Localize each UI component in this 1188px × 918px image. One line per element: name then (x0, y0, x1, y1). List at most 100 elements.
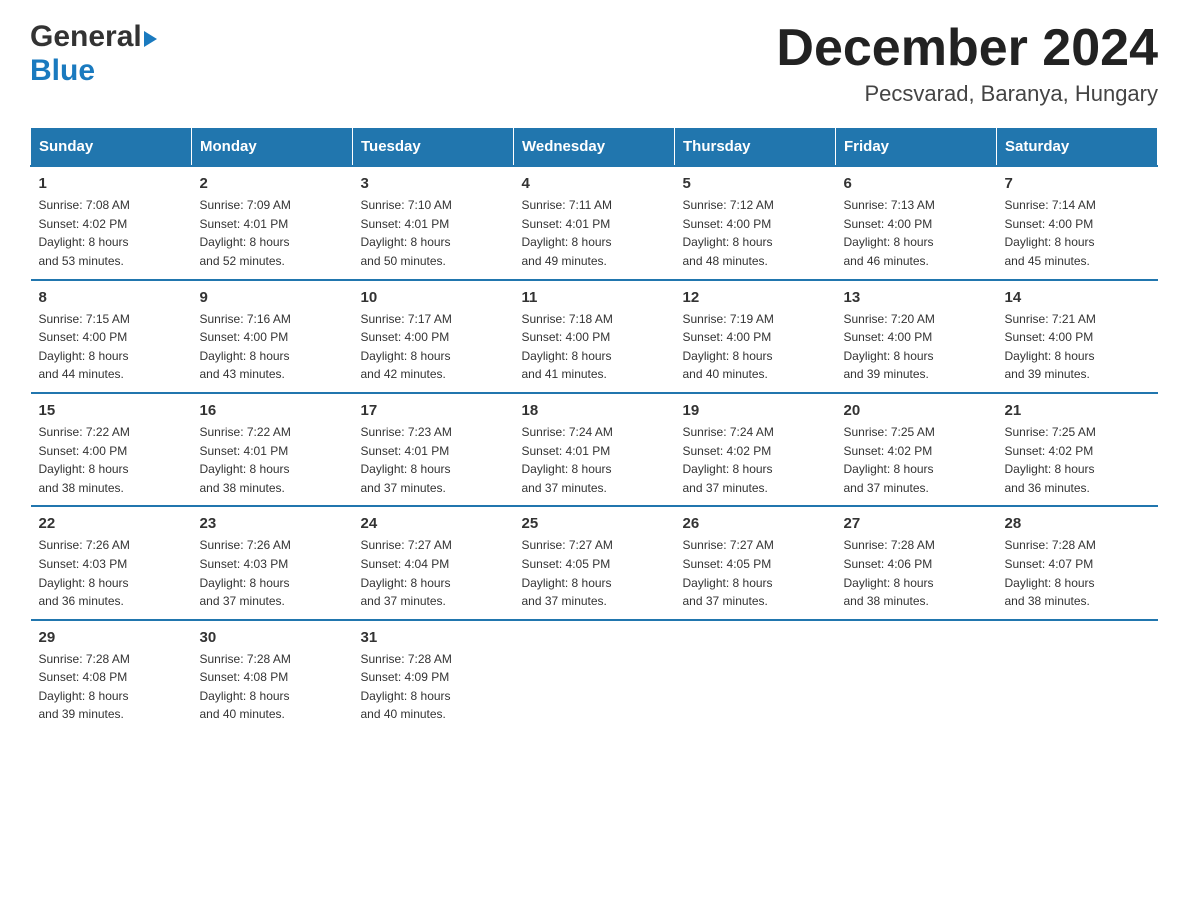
day-info: Sunrise: 7:26 AM Sunset: 4:03 PM Dayligh… (39, 536, 184, 610)
day-info: Sunrise: 7:27 AM Sunset: 4:04 PM Dayligh… (361, 536, 506, 610)
day-number: 18 (522, 402, 667, 419)
calendar-week-row: 15 Sunrise: 7:22 AM Sunset: 4:00 PM Dayl… (31, 393, 1158, 506)
calendar-week-row: 29 Sunrise: 7:28 AM Sunset: 4:08 PM Dayl… (31, 620, 1158, 732)
weekday-header-thursday: Thursday (675, 128, 836, 167)
weekday-header-friday: Friday (836, 128, 997, 167)
day-info: Sunrise: 7:20 AM Sunset: 4:00 PM Dayligh… (844, 310, 989, 384)
calendar-cell: 18 Sunrise: 7:24 AM Sunset: 4:01 PM Dayl… (514, 393, 675, 506)
calendar-week-row: 8 Sunrise: 7:15 AM Sunset: 4:00 PM Dayli… (31, 280, 1158, 393)
day-info: Sunrise: 7:19 AM Sunset: 4:00 PM Dayligh… (683, 310, 828, 384)
day-number: 3 (361, 175, 506, 192)
day-number: 12 (683, 289, 828, 306)
calendar-cell: 22 Sunrise: 7:26 AM Sunset: 4:03 PM Dayl… (31, 506, 192, 619)
day-info: Sunrise: 7:28 AM Sunset: 4:07 PM Dayligh… (1005, 536, 1150, 610)
calendar-cell: 17 Sunrise: 7:23 AM Sunset: 4:01 PM Dayl… (353, 393, 514, 506)
day-number: 22 (39, 515, 184, 532)
day-info: Sunrise: 7:28 AM Sunset: 4:09 PM Dayligh… (361, 650, 506, 724)
day-number: 7 (1005, 175, 1150, 192)
location-title: Pecsvarad, Baranya, Hungary (776, 81, 1158, 107)
day-number: 30 (200, 629, 345, 646)
calendar-cell: 6 Sunrise: 7:13 AM Sunset: 4:00 PM Dayli… (836, 166, 997, 279)
calendar-table: SundayMondayTuesdayWednesdayThursdayFrid… (30, 127, 1158, 732)
day-info: Sunrise: 7:15 AM Sunset: 4:00 PM Dayligh… (39, 310, 184, 384)
day-info: Sunrise: 7:09 AM Sunset: 4:01 PM Dayligh… (200, 196, 345, 270)
weekday-header-tuesday: Tuesday (353, 128, 514, 167)
calendar-cell: 12 Sunrise: 7:19 AM Sunset: 4:00 PM Dayl… (675, 280, 836, 393)
calendar-cell: 4 Sunrise: 7:11 AM Sunset: 4:01 PM Dayli… (514, 166, 675, 279)
day-info: Sunrise: 7:13 AM Sunset: 4:00 PM Dayligh… (844, 196, 989, 270)
day-info: Sunrise: 7:28 AM Sunset: 4:08 PM Dayligh… (200, 650, 345, 724)
calendar-cell: 21 Sunrise: 7:25 AM Sunset: 4:02 PM Dayl… (997, 393, 1158, 506)
day-info: Sunrise: 7:16 AM Sunset: 4:00 PM Dayligh… (200, 310, 345, 384)
calendar-cell: 13 Sunrise: 7:20 AM Sunset: 4:00 PM Dayl… (836, 280, 997, 393)
day-number: 4 (522, 175, 667, 192)
calendar-cell: 11 Sunrise: 7:18 AM Sunset: 4:00 PM Dayl… (514, 280, 675, 393)
calendar-cell: 30 Sunrise: 7:28 AM Sunset: 4:08 PM Dayl… (192, 620, 353, 732)
day-number: 25 (522, 515, 667, 532)
weekday-header-monday: Monday (192, 128, 353, 167)
logo: General Blue (30, 20, 157, 88)
day-number: 24 (361, 515, 506, 532)
calendar-cell (514, 620, 675, 732)
calendar-cell: 10 Sunrise: 7:17 AM Sunset: 4:00 PM Dayl… (353, 280, 514, 393)
day-info: Sunrise: 7:26 AM Sunset: 4:03 PM Dayligh… (200, 536, 345, 610)
day-number: 31 (361, 629, 506, 646)
calendar-cell: 3 Sunrise: 7:10 AM Sunset: 4:01 PM Dayli… (353, 166, 514, 279)
calendar-cell: 1 Sunrise: 7:08 AM Sunset: 4:02 PM Dayli… (31, 166, 192, 279)
weekday-header-sunday: Sunday (31, 128, 192, 167)
day-info: Sunrise: 7:27 AM Sunset: 4:05 PM Dayligh… (683, 536, 828, 610)
day-number: 26 (683, 515, 828, 532)
day-info: Sunrise: 7:24 AM Sunset: 4:02 PM Dayligh… (683, 423, 828, 497)
day-number: 13 (844, 289, 989, 306)
day-number: 28 (1005, 515, 1150, 532)
day-info: Sunrise: 7:24 AM Sunset: 4:01 PM Dayligh… (522, 423, 667, 497)
month-title: December 2024 (776, 20, 1158, 77)
calendar-cell (675, 620, 836, 732)
calendar-week-row: 22 Sunrise: 7:26 AM Sunset: 4:03 PM Dayl… (31, 506, 1158, 619)
day-info: Sunrise: 7:25 AM Sunset: 4:02 PM Dayligh… (844, 423, 989, 497)
calendar-cell: 16 Sunrise: 7:22 AM Sunset: 4:01 PM Dayl… (192, 393, 353, 506)
day-number: 1 (39, 175, 184, 192)
day-info: Sunrise: 7:18 AM Sunset: 4:00 PM Dayligh… (522, 310, 667, 384)
calendar-cell: 24 Sunrise: 7:27 AM Sunset: 4:04 PM Dayl… (353, 506, 514, 619)
day-info: Sunrise: 7:21 AM Sunset: 4:00 PM Dayligh… (1005, 310, 1150, 384)
calendar-cell: 31 Sunrise: 7:28 AM Sunset: 4:09 PM Dayl… (353, 620, 514, 732)
calendar-cell: 8 Sunrise: 7:15 AM Sunset: 4:00 PM Dayli… (31, 280, 192, 393)
calendar-week-row: 1 Sunrise: 7:08 AM Sunset: 4:02 PM Dayli… (31, 166, 1158, 279)
calendar-header-row: SundayMondayTuesdayWednesdayThursdayFrid… (31, 128, 1158, 167)
calendar-cell (836, 620, 997, 732)
day-number: 14 (1005, 289, 1150, 306)
calendar-cell: 20 Sunrise: 7:25 AM Sunset: 4:02 PM Dayl… (836, 393, 997, 506)
day-info: Sunrise: 7:14 AM Sunset: 4:00 PM Dayligh… (1005, 196, 1150, 270)
day-number: 11 (522, 289, 667, 306)
day-info: Sunrise: 7:28 AM Sunset: 4:06 PM Dayligh… (844, 536, 989, 610)
day-number: 21 (1005, 402, 1150, 419)
day-number: 19 (683, 402, 828, 419)
day-info: Sunrise: 7:23 AM Sunset: 4:01 PM Dayligh… (361, 423, 506, 497)
day-number: 9 (200, 289, 345, 306)
calendar-cell (997, 620, 1158, 732)
day-number: 10 (361, 289, 506, 306)
page-header: General Blue December 2024 Pecsvarad, Ba… (30, 20, 1158, 107)
calendar-cell: 27 Sunrise: 7:28 AM Sunset: 4:06 PM Dayl… (836, 506, 997, 619)
day-number: 8 (39, 289, 184, 306)
calendar-cell: 29 Sunrise: 7:28 AM Sunset: 4:08 PM Dayl… (31, 620, 192, 732)
day-info: Sunrise: 7:22 AM Sunset: 4:01 PM Dayligh… (200, 423, 345, 497)
day-number: 16 (200, 402, 345, 419)
day-number: 15 (39, 402, 184, 419)
calendar-cell: 23 Sunrise: 7:26 AM Sunset: 4:03 PM Dayl… (192, 506, 353, 619)
calendar-cell: 19 Sunrise: 7:24 AM Sunset: 4:02 PM Dayl… (675, 393, 836, 506)
calendar-cell: 2 Sunrise: 7:09 AM Sunset: 4:01 PM Dayli… (192, 166, 353, 279)
weekday-header-saturday: Saturday (997, 128, 1158, 167)
day-info: Sunrise: 7:10 AM Sunset: 4:01 PM Dayligh… (361, 196, 506, 270)
day-number: 17 (361, 402, 506, 419)
logo-blue-text: Blue (30, 54, 95, 87)
day-info: Sunrise: 7:25 AM Sunset: 4:02 PM Dayligh… (1005, 423, 1150, 497)
day-number: 2 (200, 175, 345, 192)
day-info: Sunrise: 7:12 AM Sunset: 4:00 PM Dayligh… (683, 196, 828, 270)
weekday-header-wednesday: Wednesday (514, 128, 675, 167)
calendar-cell: 5 Sunrise: 7:12 AM Sunset: 4:00 PM Dayli… (675, 166, 836, 279)
day-info: Sunrise: 7:08 AM Sunset: 4:02 PM Dayligh… (39, 196, 184, 270)
day-info: Sunrise: 7:17 AM Sunset: 4:00 PM Dayligh… (361, 310, 506, 384)
day-number: 23 (200, 515, 345, 532)
